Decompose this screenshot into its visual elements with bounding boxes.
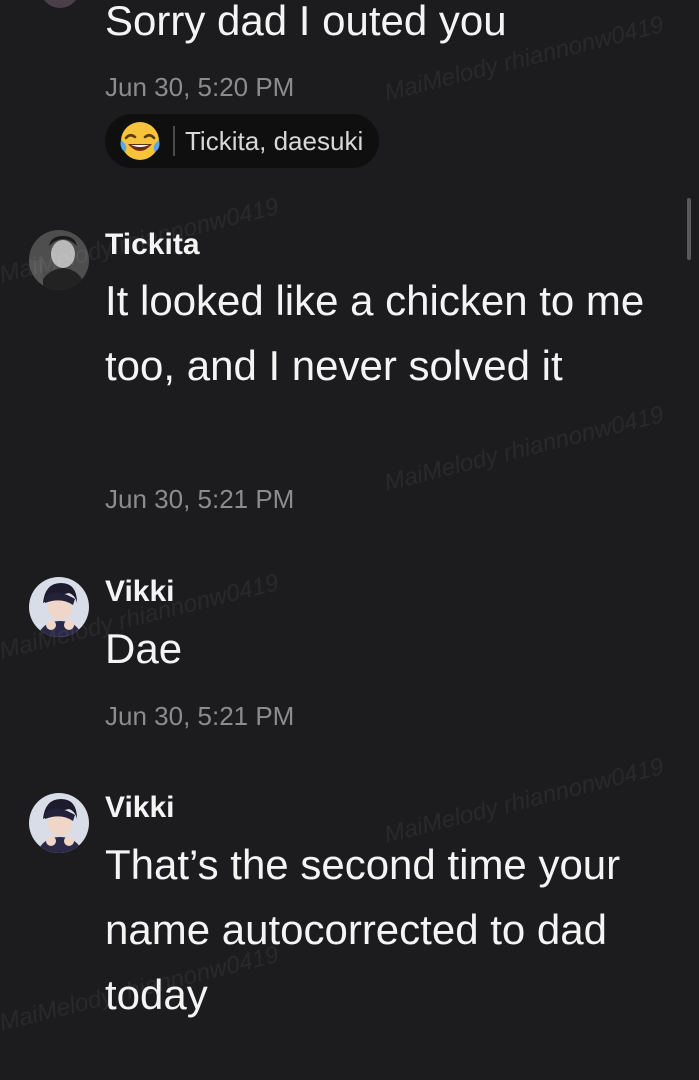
message-body: That’s the second time your name autocor… <box>105 841 621 1018</box>
message-timestamp: Jun 30, 5:21 PM <box>105 701 295 731</box>
message-body: Dae <box>105 625 183 672</box>
message-body: It looked like a chicken to me too, and … <box>105 277 645 389</box>
avatar[interactable] <box>29 793 89 853</box>
reaction-divider <box>173 126 175 156</box>
message-timestamp: Jun 30, 5:20 PM <box>105 72 295 102</box>
reaction-names: Tickita, daesuki <box>185 125 364 156</box>
watermark: MaiMelody rhiannonw0419 <box>381 401 667 497</box>
message-feed[interactable]: Sorry dad I outed you Jun 30, 5:20 PM Ti… <box>0 0 699 1080</box>
reaction-pill[interactable]: Tickita, daesuki <box>105 114 380 168</box>
sender-name[interactable]: Vikki <box>105 791 175 825</box>
avatar-photo-icon <box>29 793 89 853</box>
message-timestamp: Jun 30, 5:21 PM <box>105 484 295 514</box>
scrollbar[interactable] <box>687 198 691 260</box>
laughing-tears-emoji-icon <box>120 122 160 160</box>
previous-sender-avatar[interactable] <box>40 0 80 8</box>
